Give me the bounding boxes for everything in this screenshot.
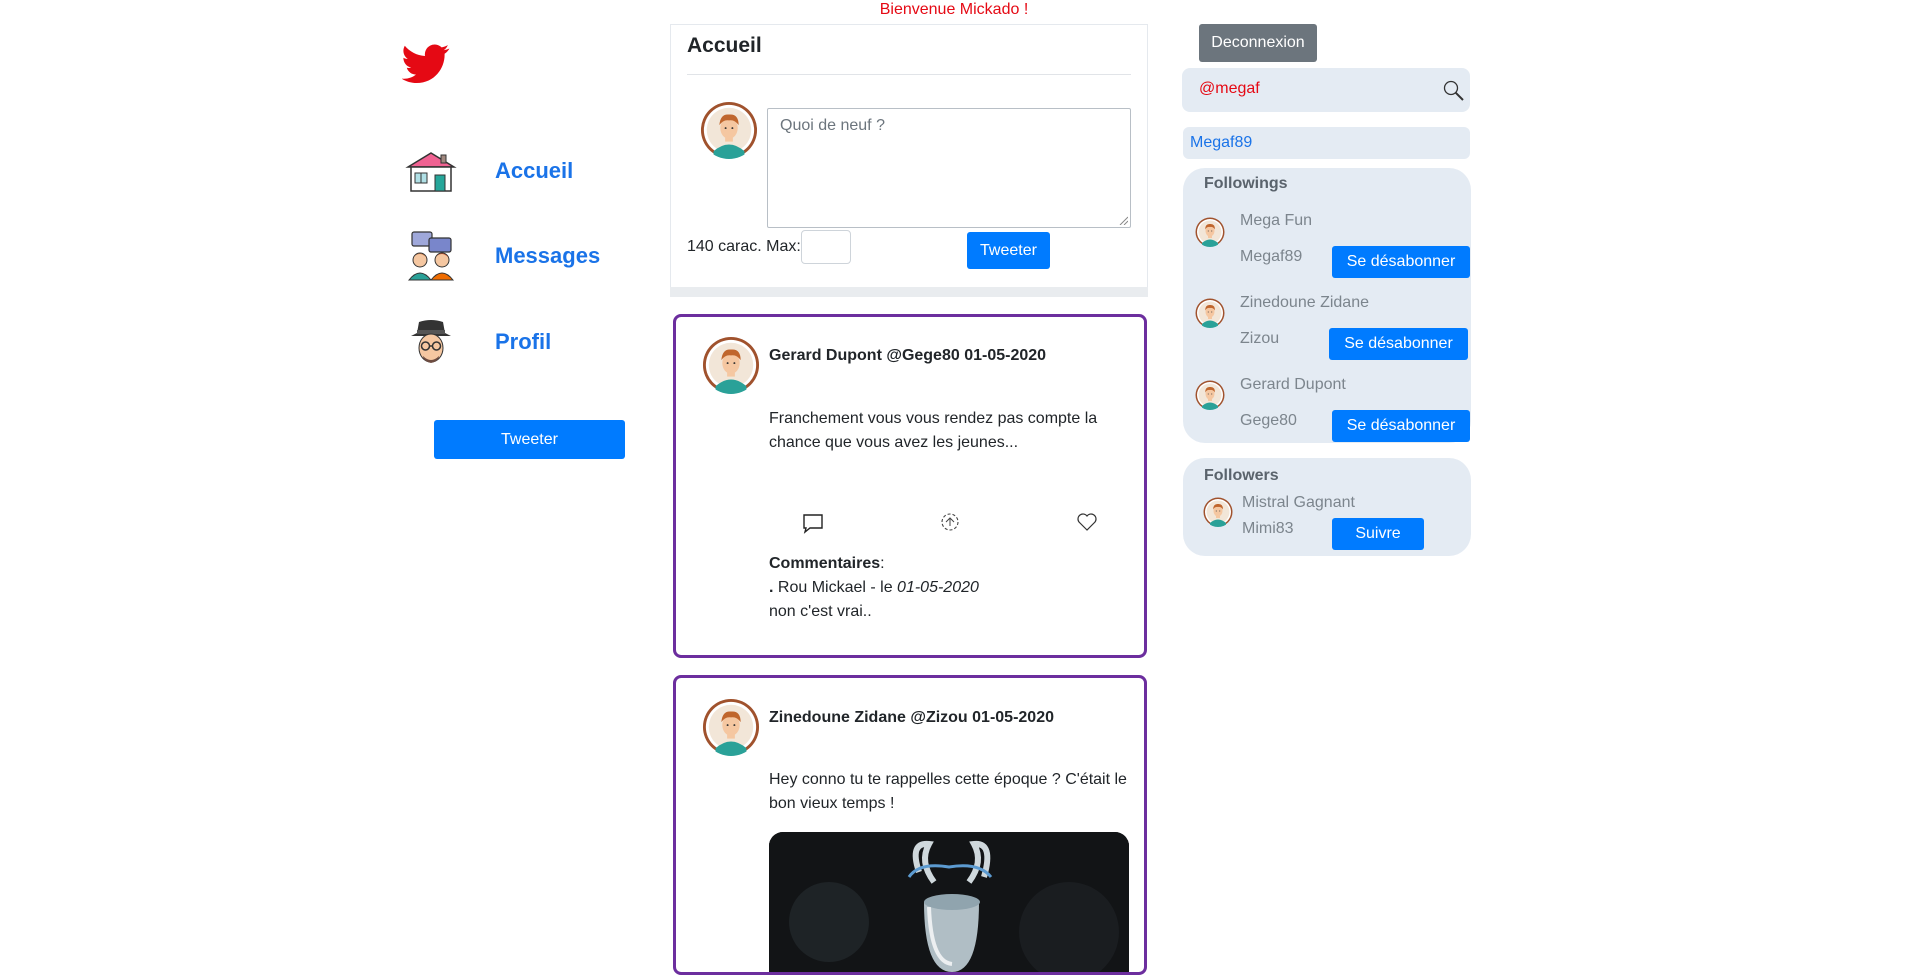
nav-item-accueil[interactable]: Accueil [405, 145, 655, 197]
twitter-bird-logo-icon[interactable] [401, 38, 450, 86]
composer-tweet-button[interactable]: Tweeter [967, 232, 1050, 269]
composer-avatar [700, 101, 758, 159]
tweet-author-avatar[interactable] [702, 698, 760, 756]
follower-handle: Mimi83 [1242, 520, 1294, 537]
tweet-author-avatar[interactable] [702, 336, 760, 394]
search-input[interactable]: @megaf [1199, 80, 1260, 98]
comment-item: . Rou Mickael - le 01-05-2020 [769, 576, 979, 600]
comment-author: Rou Mickael - le [777, 579, 898, 596]
comments-colon: : [880, 555, 885, 572]
search-icon[interactable] [1442, 79, 1466, 103]
comment-icon[interactable] [802, 512, 824, 534]
tweet-body: Hey conno tu te rappelles cette époque ?… [769, 771, 1127, 812]
search-result-item[interactable]: Megaf89 [1183, 127, 1470, 159]
char-limit-label: 140 carac. Max: [687, 238, 801, 255]
heart-icon[interactable] [1076, 511, 1098, 533]
comments-heading: Commentaires: [769, 552, 979, 576]
retweet-icon[interactable] [939, 511, 961, 533]
following-handle: Zizou [1240, 330, 1280, 347]
page-title: Accueil [687, 34, 762, 57]
nav-item-messages[interactable]: Messages [405, 230, 655, 282]
comment-bullet: . [769, 579, 778, 596]
tweet-header: Zinedoune Zidane @Zizou 01-05-2020 [769, 709, 1054, 726]
house-icon [405, 145, 457, 197]
following-handle: Megaf89 [1240, 248, 1303, 265]
tweet-textarea-placeholder: Quoi de neuf ? [780, 117, 885, 134]
following-handle: Gege80 [1240, 412, 1297, 429]
following-name: Gerard Dupont [1240, 376, 1346, 393]
following-name: Zinedoune Zidane [1240, 294, 1369, 311]
comment-text: non c'est vrai.. [769, 603, 872, 620]
divider [687, 74, 1131, 75]
tweet-body: Franchement vous vous rendez pas compte … [769, 410, 1098, 451]
chat-users-icon [405, 230, 457, 282]
welcome-message: Bienvenue Mickado ! [0, 1, 1908, 19]
char-count-input[interactable] [801, 230, 851, 264]
comment-date: 01-05-2020 [897, 579, 979, 596]
following-avatar[interactable] [1195, 298, 1225, 328]
tweet-image-trophy[interactable] [769, 832, 1129, 972]
follow-button[interactable]: Suivre [1332, 518, 1424, 550]
tweet-header: Gerard Dupont @Gege80 01-05-2020 [769, 347, 1047, 364]
following-avatar[interactable] [1195, 380, 1225, 410]
logout-button[interactable]: Deconnexion [1199, 24, 1317, 62]
nav-label-messages: Messages [495, 243, 601, 268]
composer-divider-bar [670, 287, 1148, 297]
nav-tweet-button[interactable]: Tweeter [434, 420, 625, 459]
comments-label: Commentaires [769, 555, 881, 572]
followings-title: Followings [1204, 175, 1288, 192]
search-result-label: Megaf89 [1190, 134, 1253, 151]
nav-label-profil: Profil [495, 329, 552, 354]
unfollow-button[interactable]: Se désabonner [1332, 246, 1470, 278]
following-avatar[interactable] [1195, 217, 1225, 247]
following-name: Mega Fun [1240, 212, 1313, 229]
follower-avatar[interactable] [1203, 497, 1233, 527]
unfollow-button[interactable]: Se désabonner [1332, 410, 1470, 442]
nav-label-accueil: Accueil [495, 158, 574, 183]
nav-item-profil[interactable]: Profil [405, 316, 655, 368]
comments-section: Commentaires: . Rou Mickael - le 01-05-2… [769, 552, 979, 624]
profile-avatar-icon [405, 316, 457, 368]
welcome-text: Bienvenue Mickado ! [879, 1, 1029, 18]
tweet-textarea[interactable]: Quoi de neuf ? [767, 108, 1131, 228]
followers-title: Followers [1204, 467, 1279, 484]
unfollow-button[interactable]: Se désabonner [1329, 328, 1468, 360]
follower-name: Mistral Gagnant [1242, 494, 1355, 511]
resize-grip-icon[interactable] [1118, 215, 1128, 225]
